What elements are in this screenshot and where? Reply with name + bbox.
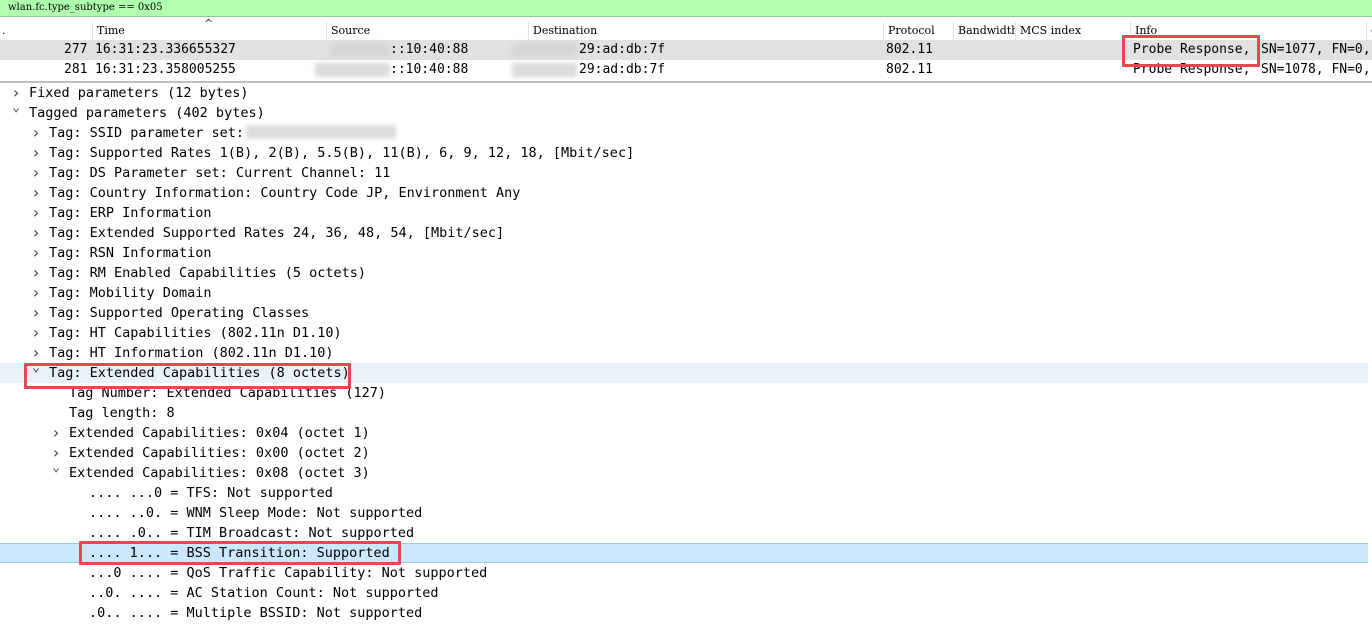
- tree-row[interactable]: ⌄ Extended Capabilities: 0x08 (octet 3): [0, 460, 1368, 483]
- tree-row[interactable]: › Extended Capabilities: 0x04 (octet 1): [0, 423, 1368, 443]
- redacted-ssid: [246, 125, 396, 139]
- redacted-destination: [512, 43, 577, 57]
- column-no[interactable]: .: [0, 22, 92, 40]
- scrollbar[interactable]: [1368, 83, 1372, 627]
- packet-time: 16:31:23.336655327: [95, 42, 236, 57]
- packet-time: 16:31:23.358005255: [95, 62, 236, 77]
- annotation-box-bss-transition: [79, 541, 401, 565]
- annotation-box-probe-response: [1122, 35, 1260, 67]
- packet-destination: 29:ad:db:7f: [579, 42, 666, 57]
- tree-row-label: ..0. .... = AC Station Count: Not suppor…: [89, 585, 439, 601]
- chevron-right-icon[interactable]: ›: [30, 143, 42, 163]
- tree-row-label: Extended Capabilities: 0x00 (octet 2): [69, 445, 370, 461]
- tree-row-label: ...0 .... = QoS Traffic Capability: Not …: [89, 565, 488, 581]
- packet-info-rest: SN=1078, FN=0,: [1261, 62, 1371, 77]
- tree-row[interactable]: › Tag: RSN Information: [0, 243, 1368, 263]
- tree-row[interactable]: › Tag: HT Capabilities (802.11n D1.10): [0, 323, 1368, 343]
- tree-row[interactable]: › Tag: Extended Supported Rates 24, 36, 4…: [0, 223, 1368, 243]
- column-bandwidth[interactable]: Bandwidth: [953, 22, 1015, 40]
- chevron-right-icon[interactable]: ›: [30, 263, 42, 283]
- tree-row-label: Tag: HT Capabilities (802.11n D1.10): [49, 325, 342, 341]
- column-protocol[interactable]: Protocol: [883, 22, 953, 40]
- tree-row-label: Tag: Extended Supported Rates 24, 36, 48…: [49, 225, 505, 241]
- chevron-right-icon[interactable]: ›: [30, 303, 42, 323]
- display-filter-input[interactable]: wlan.fc.type_subtype == 0x05: [8, 0, 163, 16]
- chevron-right-icon[interactable]: ›: [30, 123, 42, 143]
- tree-row[interactable]: › Fixed parameters (12 bytes): [0, 83, 1368, 103]
- column-mcs-index[interactable]: MCS index: [1015, 22, 1130, 40]
- tree-row[interactable]: › Extended Capabilities: 0x00 (octet 2): [0, 443, 1368, 463]
- packet-protocol: 802.11: [886, 62, 933, 77]
- tree-row[interactable]: › Tag: SSID parameter set:: [0, 123, 1368, 143]
- tree-row-label: Tag: HT Information (802.11n D1.10): [49, 345, 334, 361]
- tree-row[interactable]: Tag length: 8: [0, 403, 1368, 423]
- chevron-down-icon[interactable]: ⌄: [50, 458, 62, 478]
- tree-row-label: .... ..0. = WNM Sleep Mode: Not supporte…: [89, 505, 423, 521]
- packet-protocol: 802.11: [886, 42, 933, 57]
- tree-row-label: Extended Capabilities: 0x08 (octet 3): [69, 465, 370, 481]
- tree-row[interactable]: › Tag: RM Enabled Capabilities (5 octets): [0, 263, 1368, 283]
- redacted-source: [330, 43, 390, 57]
- tree-row-label: .... ...0 = TFS: Not supported: [89, 485, 333, 501]
- column-destination[interactable]: Destination: [528, 22, 883, 40]
- chevron-right-icon[interactable]: ›: [50, 423, 62, 443]
- tree-row[interactable]: › Tag: Mobility Domain: [0, 283, 1368, 303]
- annotation-box-extended-capabilities: [24, 363, 351, 389]
- tree-row[interactable]: .... .0.. = TIM Broadcast: Not supported: [0, 523, 1368, 543]
- chevron-right-icon[interactable]: ›: [30, 203, 42, 223]
- tree-row-label: Tag: Mobility Domain: [49, 285, 212, 301]
- tree-row-label: Extended Capabilities: 0x04 (octet 1): [69, 425, 370, 441]
- tree-row-label: Tagged parameters (402 bytes): [29, 105, 265, 121]
- redacted-source: [315, 63, 390, 77]
- packet-source: ::10:40:88: [390, 62, 469, 77]
- chevron-down-icon[interactable]: ⌄: [10, 98, 22, 118]
- packet-no: 277: [64, 42, 88, 57]
- tree-row-label: Tag: Supported Operating Classes: [49, 305, 310, 321]
- chevron-right-icon[interactable]: ›: [30, 323, 42, 343]
- tree-row-label: Fixed parameters (12 bytes): [29, 85, 249, 101]
- tree-row-label: Tag: RM Enabled Capabilities (5 octets): [49, 265, 366, 281]
- tree-row[interactable]: ..0. .... = AC Station Count: Not suppor…: [0, 583, 1368, 603]
- tree-row-label: Tag: Country Information: Country Code J…: [49, 185, 521, 201]
- tree-row-label: Tag: ERP Information: [49, 205, 212, 221]
- chevron-right-icon[interactable]: ›: [30, 223, 42, 243]
- tree-row[interactable]: .... ..0. = WNM Sleep Mode: Not supporte…: [0, 503, 1368, 523]
- chevron-right-icon[interactable]: ›: [30, 243, 42, 263]
- tree-row-label: Tag: Supported Rates 1(B), 2(B), 5.5(B),…: [49, 145, 635, 161]
- tree-row[interactable]: › Tag: Supported Operating Classes: [0, 303, 1368, 323]
- tree-row-label: Tag length: 8: [69, 405, 175, 421]
- tree-row-label: .... .0.. = TIM Broadcast: Not supported: [89, 525, 415, 541]
- tree-row[interactable]: .0.. .... = Multiple BSSID: Not supporte…: [0, 603, 1368, 623]
- chevron-right-icon[interactable]: ›: [30, 183, 42, 203]
- tree-row-label: Tag: RSN Information: [49, 245, 212, 261]
- tree-row[interactable]: › Tag: Supported Rates 1(B), 2(B), 5.5(B)…: [0, 143, 1368, 163]
- tree-row[interactable]: › Tag: ERP Information: [0, 203, 1368, 223]
- chevron-right-icon[interactable]: ›: [30, 163, 42, 183]
- packet-no: 281: [64, 62, 88, 77]
- tree-row-label: .0.. .... = Multiple BSSID: Not supporte…: [89, 605, 423, 621]
- packet-info-rest: SN=1077, FN=0,: [1261, 42, 1371, 57]
- packet-destination: 29:ad:db:7f: [579, 62, 666, 77]
- column-extra[interactable]: c: [1366, 22, 1372, 40]
- tree-row[interactable]: › Tag: Country Information: Country Code …: [0, 183, 1368, 203]
- tree-row[interactable]: .... ...0 = TFS: Not supported: [0, 483, 1368, 503]
- tree-row-label: Tag: DS Parameter set: Current Channel: …: [49, 165, 391, 181]
- redacted-destination: [512, 63, 577, 77]
- packet-source: ::10:40:88: [390, 42, 469, 57]
- chevron-right-icon[interactable]: ›: [30, 283, 42, 303]
- tree-row-label: Tag: SSID parameter set:: [49, 125, 245, 141]
- sort-ascending-icon: ^: [204, 17, 214, 30]
- tree-row[interactable]: › Tag: HT Information (802.11n D1.10): [0, 343, 1368, 363]
- tree-row[interactable]: ...0 .... = QoS Traffic Capability: Not …: [0, 563, 1368, 583]
- tree-row[interactable]: ⌄ Tagged parameters (402 bytes): [0, 100, 1368, 123]
- column-source[interactable]: Source: [326, 22, 528, 40]
- tree-row[interactable]: › Tag: DS Parameter set: Current Channel:…: [0, 163, 1368, 183]
